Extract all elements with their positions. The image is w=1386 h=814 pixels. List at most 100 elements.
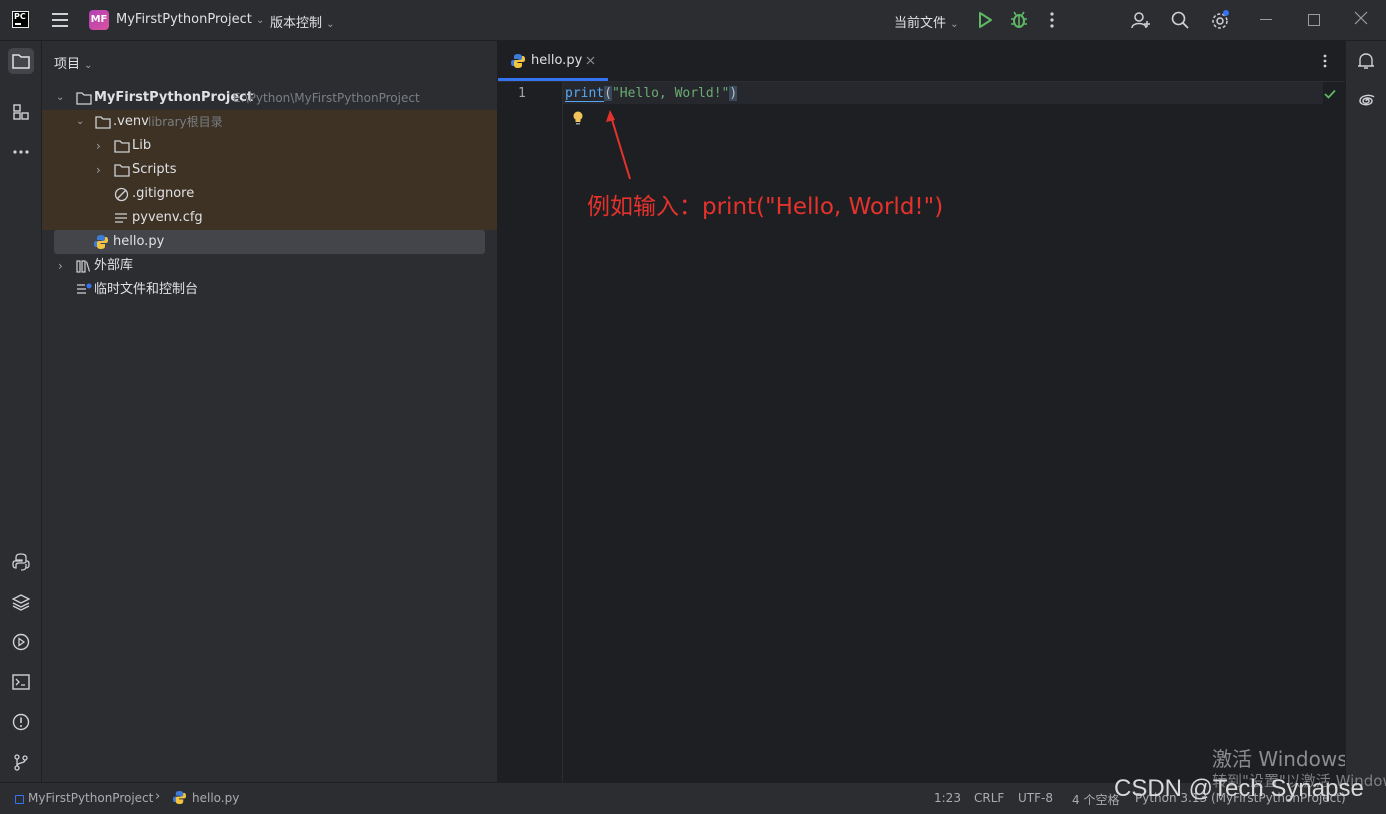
activate-windows-title: 激活 Windows [1212,747,1348,771]
close-window-button[interactable] [1354,11,1368,25]
tree-item-pyvenv[interactable]: pyvenv.cfg [42,206,497,230]
library-icon [76,260,91,273]
more-vertical-icon [1050,12,1054,28]
more-horizontal-icon [13,150,29,154]
intention-bulb-icon[interactable] [572,110,584,126]
python-packages-button[interactable] [8,549,34,575]
bell-icon [1358,53,1374,69]
code-token-string: "Hello, World!" [611,86,730,101]
project-name: MyFirstPythonProject [116,12,252,27]
more-vertical-icon [1323,54,1327,68]
tree-label-root: MyFirstPythonProject [94,90,254,105]
tree-label-hello: hello.py [113,234,165,249]
settings-button[interactable] [1210,10,1230,30]
add-user-icon [1131,12,1150,29]
tree-item-external-libs[interactable]: › 外部库 [42,254,497,278]
left-tool-stripe [0,41,42,782]
warning-circle-icon [12,713,30,731]
code-line-1[interactable]: print("Hello, World!") [565,86,738,102]
ai-assistant-button[interactable] [1357,92,1375,110]
run-button[interactable] [977,11,993,29]
chevron-right-icon: › [96,163,101,177]
tree-item-lib[interactable]: › Lib [42,134,497,158]
tree-label-gitignore: .gitignore [132,186,195,201]
vcs-menu[interactable]: 版本控制 ⌄ [270,12,335,31]
search-button[interactable] [1171,11,1189,29]
main-menu-icon[interactable] [52,13,68,27]
chevron-down-icon: ⌄ [84,60,93,71]
right-tool-stripe [1345,41,1386,782]
structure-tool-button[interactable] [8,99,34,125]
breadcrumb-file[interactable]: hello.py [192,791,239,805]
chevron-down-icon: ⌄ [326,19,335,30]
indent-setting[interactable]: 4 个空格 [1072,791,1119,808]
project-panel: 项目 ⌄ ⌄ MyFirstPythonProject E:\Python\My… [42,41,498,782]
scratches-icon [76,283,92,296]
project-panel-header[interactable]: 项目 ⌄ [54,53,93,72]
problems-tool-button[interactable] [8,709,34,735]
tree-label-scratches: 临时文件和控制台 [94,282,199,297]
annotation-text: 例如输入：print("Hello, World!") [587,194,944,220]
tree-item-scripts[interactable]: › Scripts [42,158,497,182]
minimize-button[interactable] [1260,19,1272,20]
tree-label-scripts: Scripts [132,162,177,177]
tree-label-lib: Lib [132,138,152,153]
terminal-tool-button[interactable] [8,669,34,695]
folder-icon [76,91,92,105]
folder-icon [95,115,111,129]
title-bar: PC MF MyFirstPythonProject ⌄ 版本控制 ⌄ 当前文件… [0,0,1386,41]
tree-label-pyvenv: pyvenv.cfg [132,210,203,225]
line-number: 1 [518,86,526,101]
gear-icon [1212,10,1229,29]
python-icon [12,553,30,571]
bug-icon [1011,11,1027,28]
editor-gutter: 1 [498,81,563,782]
project-switcher[interactable]: MyFirstPythonProject ⌄ [116,12,264,27]
module-icon [15,795,24,804]
run-config-label: 当前文件 [894,16,947,31]
no-problems-check-icon[interactable] [1324,89,1336,99]
python-file-icon [94,235,108,249]
tree-item-hello[interactable]: hello.py [42,230,497,254]
project-tool-button[interactable] [8,48,34,74]
structure-icon [13,104,29,120]
maximize-button[interactable] [1308,14,1320,26]
editor-tabs-menu-button[interactable] [1320,53,1330,69]
pycharm-logo-icon: PC [12,11,29,28]
tree-item-root[interactable]: ⌄ MyFirstPythonProject E:\Python\MyFirst… [42,86,497,110]
more-tools-button[interactable] [8,139,34,165]
line-separator[interactable]: CRLF [974,791,1004,805]
tree-item-venv[interactable]: ⌄ .venv library根目录 [42,110,497,134]
project-badge[interactable]: MF [89,10,109,30]
tree-note-venv: library根目录 [148,115,223,129]
file-encoding[interactable]: UTF-8 [1018,791,1053,805]
tab-close-icon[interactable] [586,56,595,65]
tree-item-gitignore[interactable]: .gitignore [42,182,497,206]
debug-button[interactable] [1010,11,1028,29]
project-panel-title: 项目 [54,57,81,72]
vcs-menu-label: 版本控制 [270,16,323,31]
notifications-button[interactable] [1357,52,1375,70]
editor-tab-label: hello.py [531,53,583,68]
breadcrumb-separator-icon: › [155,789,161,804]
terminal-icon [12,674,30,690]
editor-tab-hello[interactable]: hello.py [498,41,608,81]
more-actions-button[interactable] [1047,11,1057,29]
run-config-selector[interactable]: 当前文件 ⌄ [894,12,959,31]
code-with-me-button[interactable] [1131,11,1151,29]
tree-path-root: E:\Python\MyFirstPythonProject [233,91,420,105]
git-branch-icon [14,754,28,771]
run-icon [979,12,992,28]
services-tool-button[interactable] [8,629,34,655]
caret-position[interactable]: 1:23 [934,791,961,805]
layers-tool-button[interactable] [8,589,34,615]
tree-label-venv: .venv [113,114,149,129]
close-icon [1354,11,1368,25]
chevron-down-icon: ⌄ [255,15,265,26]
run-circle-icon [12,633,30,651]
ignore-file-icon [114,187,129,202]
chevron-right-icon: › [96,139,101,153]
tree-item-scratches[interactable]: 临时文件和控制台 [42,278,497,302]
breadcrumb-project[interactable]: MyFirstPythonProject [28,791,153,805]
git-tool-button[interactable] [8,749,34,775]
